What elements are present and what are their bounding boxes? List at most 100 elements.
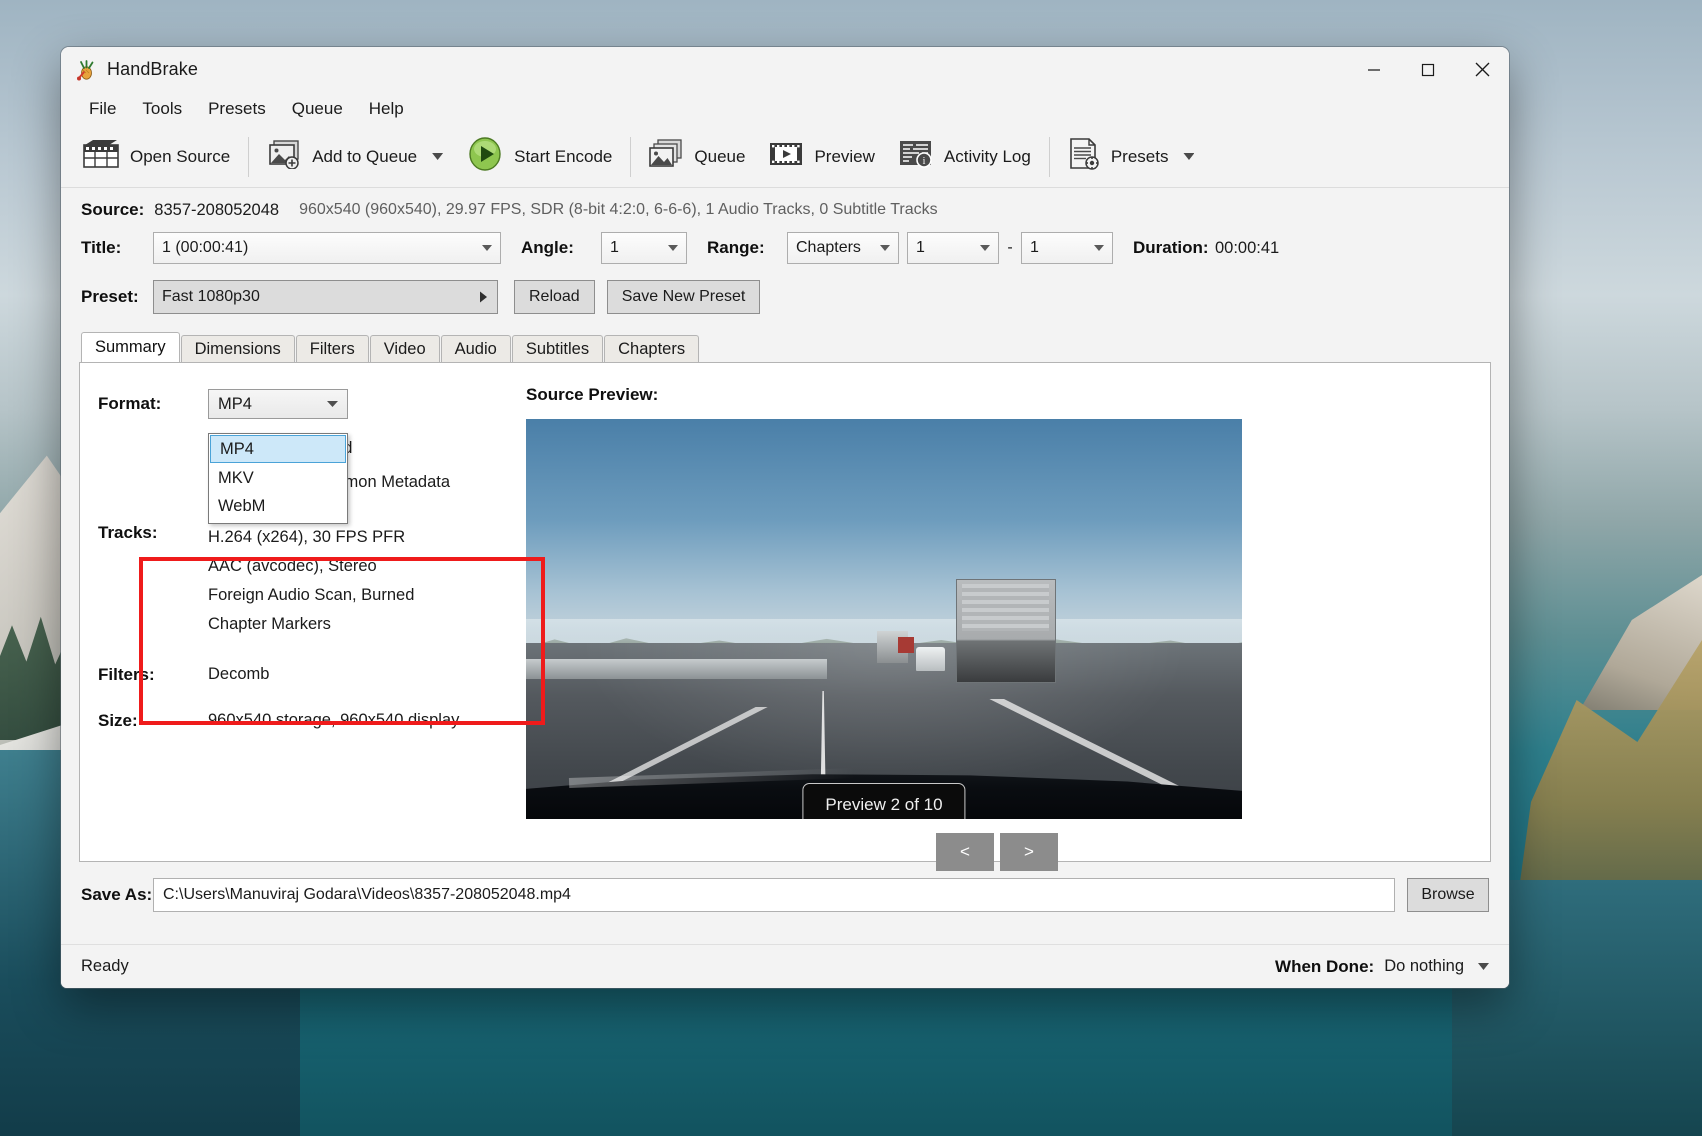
chevron-down-icon-when-done[interactable] xyxy=(1478,963,1489,970)
preview-column: Source Preview: xyxy=(510,363,1490,861)
duration-value: 00:00:41 xyxy=(1215,239,1279,258)
source-row: Source: 8357-208052048 960x540 (960x540)… xyxy=(79,188,1491,228)
main-content: Source: 8357-208052048 960x540 (960x540)… xyxy=(61,188,1509,944)
preview-button[interactable]: Preview xyxy=(757,133,886,181)
track-line-4: Chapter Markers xyxy=(208,610,414,639)
preview-truck-large xyxy=(956,579,1056,683)
when-done-value[interactable]: Do nothing xyxy=(1384,957,1464,976)
preview-car-red xyxy=(898,637,914,653)
preset-value: Fast 1080p30 xyxy=(162,288,260,306)
tab-summary[interactable]: Summary xyxy=(81,332,180,362)
menu-item-tools[interactable]: Tools xyxy=(130,95,194,123)
main-toolbar: Open Source Add to Queue xyxy=(61,126,1509,188)
chevron-down-icon-range-start xyxy=(980,245,990,251)
range-start-value: 1 xyxy=(916,239,925,257)
document-gear-icon xyxy=(1068,138,1100,175)
activity-log-label: Activity Log xyxy=(944,147,1031,167)
range-label: Range: xyxy=(707,238,779,258)
start-encode-button[interactable]: Start Encode xyxy=(455,133,624,181)
preset-label: Preset: xyxy=(81,287,153,307)
save-new-preset-button[interactable]: Save New Preset xyxy=(607,280,761,314)
film-clapper-icon xyxy=(83,139,119,174)
format-select[interactable]: MP4 xyxy=(208,389,348,419)
handbrake-pineapple-icon xyxy=(75,59,97,81)
tab-subtitles[interactable]: Subtitles xyxy=(512,335,603,362)
preview-next-button[interactable]: > xyxy=(1000,833,1058,871)
reload-button[interactable]: Reload xyxy=(514,280,595,314)
range-type-value: Chapters xyxy=(796,239,861,257)
range-end-select[interactable]: 1 xyxy=(1021,232,1113,264)
chevron-right-icon-preset xyxy=(480,292,487,303)
tab-audio[interactable]: Audio xyxy=(441,335,511,362)
add-image-icon xyxy=(267,139,301,174)
add-to-queue-button[interactable]: Add to Queue xyxy=(255,133,455,181)
preset-row: Preset: Fast 1080p30 Reload Save New Pre… xyxy=(79,270,1491,322)
open-source-button[interactable]: Open Source xyxy=(71,133,242,181)
track-line-2: AAC (avcodec), Stereo xyxy=(208,552,414,581)
range-dash: - xyxy=(999,239,1021,257)
tab-video[interactable]: Video xyxy=(370,335,440,362)
svg-text:i: i xyxy=(923,156,926,167)
source-preview-image[interactable]: Preview 2 of 10 xyxy=(526,419,1242,819)
format-option-mkv[interactable]: MKV xyxy=(209,464,347,492)
range-start-select[interactable]: 1 xyxy=(907,232,999,264)
stacked-images-icon xyxy=(649,139,683,174)
angle-select[interactable]: 1 xyxy=(601,232,687,264)
tab-strip: Summary Dimensions Filters Video Audio S… xyxy=(79,332,1491,362)
film-strip-play-icon xyxy=(769,139,803,174)
size-value: 960x540 storage, 960x540 display xyxy=(208,711,459,731)
preview-prev-button[interactable]: < xyxy=(936,833,994,871)
preview-guardrail xyxy=(526,659,827,679)
menu-item-file[interactable]: File xyxy=(77,95,128,123)
queue-button[interactable]: Queue xyxy=(637,133,757,181)
format-option-webm[interactable]: WebM xyxy=(209,492,347,520)
size-row: Size: 960x540 storage, 960x540 display xyxy=(98,711,510,731)
format-option-mp4[interactable]: MP4 xyxy=(210,435,346,463)
format-row: Format: MP4 xyxy=(98,387,510,421)
log-info-icon: i xyxy=(899,139,933,174)
preview-counter-badge: Preview 2 of 10 xyxy=(802,783,965,819)
menu-item-help[interactable]: Help xyxy=(357,95,416,123)
chevron-down-icon-angle xyxy=(668,245,678,251)
preset-select[interactable]: Fast 1080p30 xyxy=(153,280,498,314)
close-icon[interactable] xyxy=(1455,47,1509,92)
save-as-input[interactable]: C:\Users\Manuviraj Godara\Videos\8357-20… xyxy=(153,878,1395,912)
tab-chapters[interactable]: Chapters xyxy=(604,335,699,362)
source-label: Source: xyxy=(81,200,144,220)
menu-item-queue[interactable]: Queue xyxy=(280,95,355,123)
window-title: HandBrake xyxy=(107,59,198,80)
angle-select-value: 1 xyxy=(610,239,619,257)
track-line-1: H.264 (x264), 30 FPS PFR xyxy=(208,523,414,552)
chevron-down-icon-range xyxy=(880,245,890,251)
toolbar-separator-3 xyxy=(1049,137,1050,177)
minimize-icon[interactable] xyxy=(1347,47,1401,92)
tab-dimensions[interactable]: Dimensions xyxy=(181,335,295,362)
chevron-down-icon-presets[interactable] xyxy=(1183,153,1194,160)
summary-column: Format: MP4 Web Optimized Passthru Commo xyxy=(80,363,510,861)
title-select[interactable]: 1 (00:00:41) xyxy=(153,232,501,264)
activity-log-button[interactable]: i Activity Log xyxy=(887,133,1043,181)
range-type-select[interactable]: Chapters xyxy=(787,232,899,264)
when-done-group: When Done: Do nothing xyxy=(1275,957,1489,977)
angle-label: Angle: xyxy=(521,238,593,258)
format-label: Format: xyxy=(98,394,208,414)
tab-filters[interactable]: Filters xyxy=(296,335,369,362)
menu-bar: File Tools Presets Queue Help xyxy=(61,92,1509,126)
tracks-values: H.264 (x264), 30 FPS PFR AAC (avcodec), … xyxy=(208,523,414,639)
presets-button[interactable]: Presets xyxy=(1056,133,1207,181)
maximize-icon[interactable] xyxy=(1401,47,1455,92)
format-dropdown-list: MP4 MKV WebM xyxy=(208,433,348,524)
handbrake-window: HandBrake File Tools Presets Queue Help xyxy=(61,47,1509,988)
source-meta: 960x540 (960x540), 29.97 FPS, SDR (8-bit… xyxy=(299,201,938,219)
size-label: Size: xyxy=(98,711,208,731)
window-controls xyxy=(1347,47,1509,92)
chevron-down-icon[interactable] xyxy=(432,153,443,160)
source-name: 8357-208052048 xyxy=(154,201,279,220)
duration-label: Duration: xyxy=(1133,238,1205,258)
start-encode-label: Start Encode xyxy=(514,147,612,167)
browse-button[interactable]: Browse xyxy=(1407,878,1489,912)
preview-label: Preview xyxy=(814,147,874,167)
menu-item-presets[interactable]: Presets xyxy=(196,95,278,123)
add-to-queue-label: Add to Queue xyxy=(312,147,417,167)
source-preview-title: Source Preview: xyxy=(526,385,1468,405)
